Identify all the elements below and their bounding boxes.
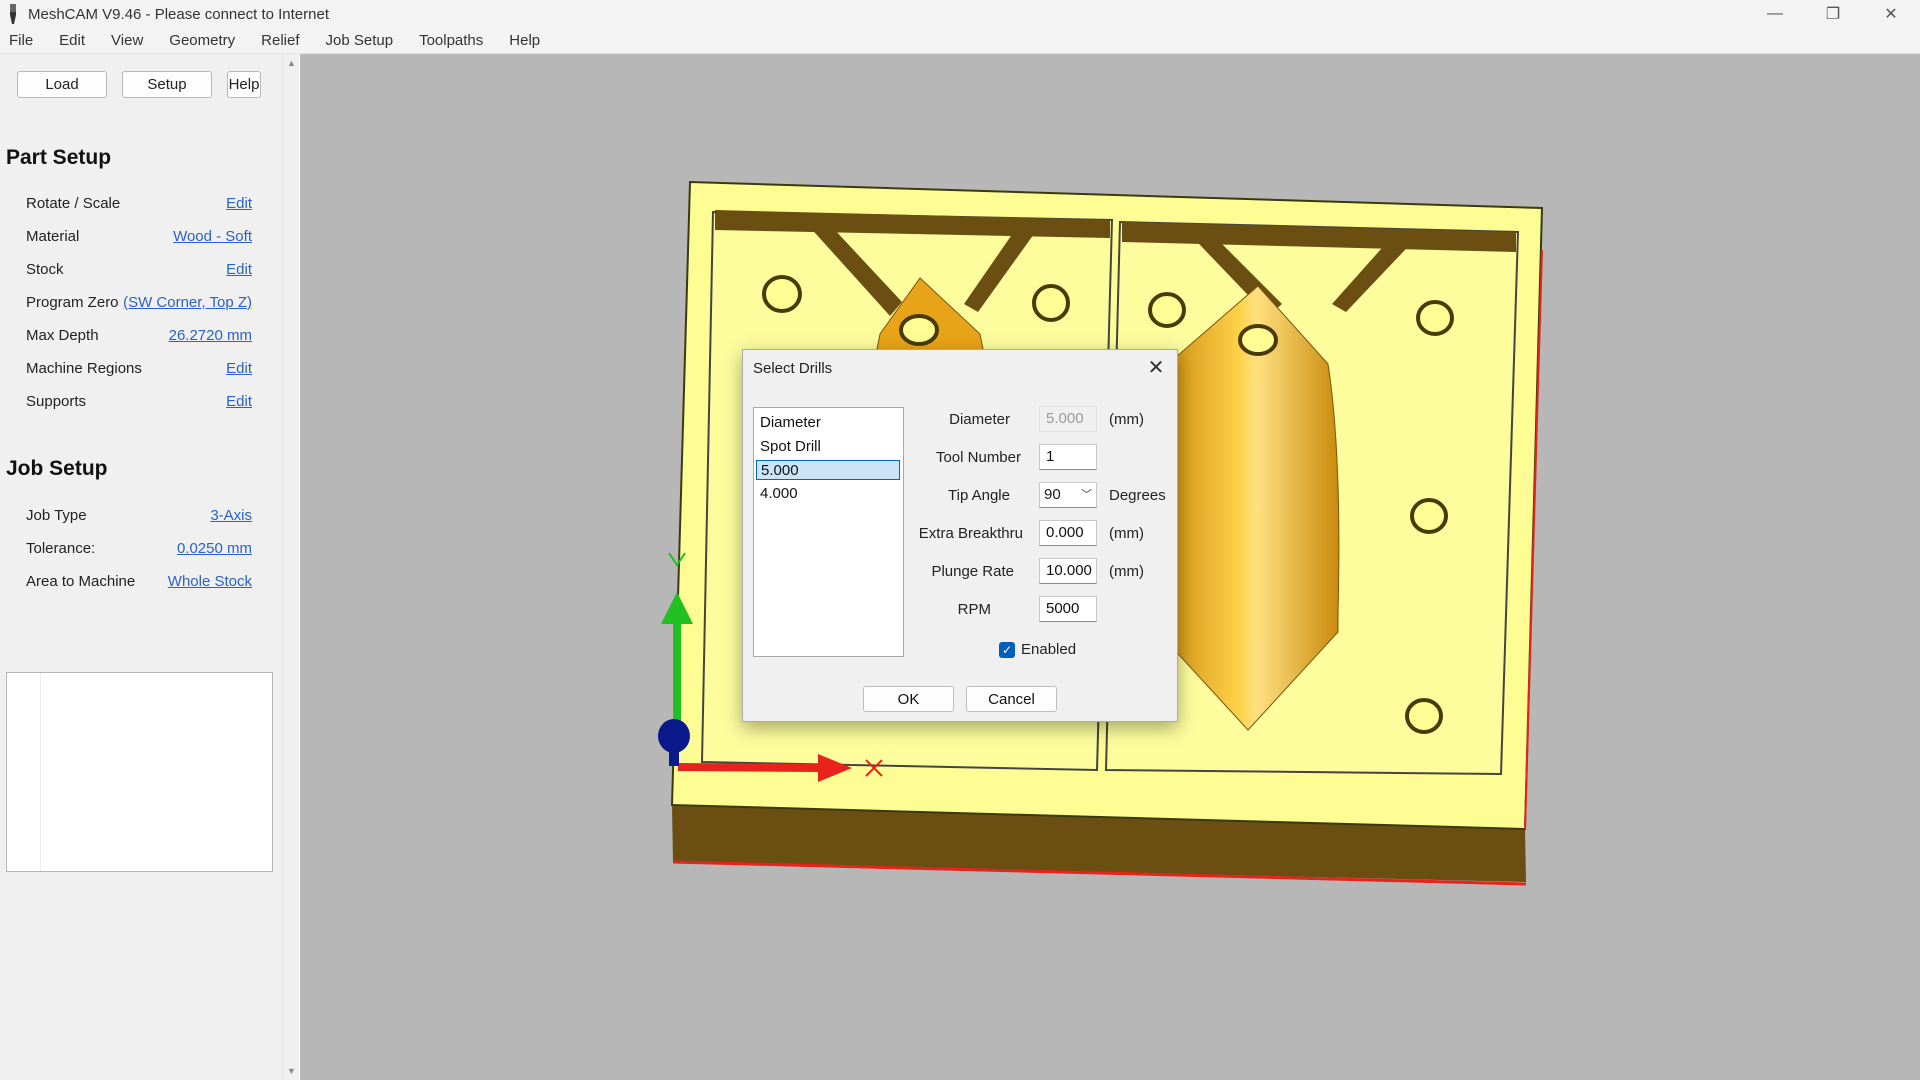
rotate-scale-edit-link[interactable]: Edit bbox=[226, 195, 252, 212]
program-zero-label: Program Zero bbox=[26, 293, 119, 311]
program-zero-link[interactable]: (SW Corner, Top Z) bbox=[123, 294, 252, 311]
rpm-field[interactable]: 5000 bbox=[1039, 596, 1097, 622]
z-axis-stem bbox=[669, 748, 679, 766]
job-type-label: Job Type bbox=[26, 506, 87, 524]
stock-label: Stock bbox=[26, 260, 64, 278]
dialog-close-icon[interactable]: ✕ bbox=[1145, 356, 1167, 379]
preview-box bbox=[6, 672, 273, 872]
area-to-machine-label: Area to Machine bbox=[26, 572, 136, 590]
plunge-rate-label: Plunge Rate bbox=[931, 563, 1014, 580]
row-rotate-scale: Rotate / Scale Edit bbox=[26, 192, 252, 214]
material-label: Material bbox=[26, 227, 80, 245]
setup-button[interactable]: Setup bbox=[122, 71, 212, 98]
menu-edit[interactable]: Edit bbox=[50, 32, 97, 49]
row-tolerance: Tolerance: 0.0250 mm bbox=[26, 537, 252, 559]
left-panel: Load Setup Help Part Setup Rotate / Scal… bbox=[0, 54, 282, 1080]
plunge-rate-unit: (mm) bbox=[1109, 563, 1144, 580]
menu-file[interactable]: File bbox=[0, 32, 45, 49]
row-machine-regions: Machine Regions Edit bbox=[26, 357, 252, 379]
hole bbox=[899, 314, 939, 346]
max-depth-link[interactable]: 26.2720 mm bbox=[169, 327, 252, 344]
tip-angle-value: 90 bbox=[1044, 486, 1061, 503]
enabled-checkbox[interactable]: ✓ bbox=[999, 642, 1015, 658]
row-job-type: Job Type 3-Axis bbox=[26, 504, 252, 526]
tolerance-label: Tolerance: bbox=[26, 539, 96, 557]
window-controls: — ❐ ✕ bbox=[1746, 0, 1920, 28]
tool-number-field[interactable]: 1 bbox=[1039, 444, 1097, 470]
menu-job-setup[interactable]: Job Setup bbox=[317, 32, 406, 49]
tool-number-label: Tool Number bbox=[935, 449, 1021, 466]
menu-geometry[interactable]: Geometry bbox=[160, 32, 247, 49]
machine-regions-edit-link[interactable]: Edit bbox=[226, 360, 252, 377]
supports-edit-link[interactable]: Edit bbox=[226, 393, 252, 410]
diameter-label: Diameter bbox=[949, 411, 1010, 428]
extra-breakthru-field[interactable]: 0.000 bbox=[1039, 520, 1097, 546]
list-item[interactable]: Spot Drill bbox=[760, 437, 821, 457]
row-material: Material Wood - Soft bbox=[26, 225, 252, 247]
window-title: MeshCAM V9.46 - Please connect to Intern… bbox=[28, 5, 329, 23]
list-item-selected[interactable]: 5.000 bbox=[756, 460, 900, 480]
dialog-title: Select Drills bbox=[753, 360, 833, 377]
diameter-field: 5.000 bbox=[1039, 406, 1097, 432]
preview-divider bbox=[40, 673, 41, 871]
chevron-down-icon: ﹀ bbox=[1081, 489, 1092, 501]
menu-bar: File Edit View Geometry Relief Job Setup… bbox=[0, 28, 1920, 54]
extra-breakthru-label: Extra Breakthru bbox=[918, 525, 1023, 542]
hole bbox=[1238, 324, 1278, 356]
part-setup-title: Part Setup bbox=[6, 146, 112, 169]
restore-button[interactable]: ❐ bbox=[1804, 0, 1862, 28]
material-link[interactable]: Wood - Soft bbox=[173, 228, 252, 245]
menu-help[interactable]: Help bbox=[500, 32, 552, 49]
hole bbox=[1032, 284, 1070, 322]
hole bbox=[762, 275, 802, 313]
left-panel-scrollbar[interactable]: ▲ ▼ bbox=[282, 54, 299, 1080]
hole bbox=[1416, 300, 1454, 336]
scroll-up-icon[interactable]: ▲ bbox=[287, 58, 296, 68]
max-depth-label: Max Depth bbox=[26, 326, 99, 344]
drill-list[interactable]: Diameter Spot Drill 5.000 4.000 bbox=[753, 407, 904, 657]
cancel-button[interactable]: Cancel bbox=[966, 686, 1057, 712]
hole bbox=[1148, 292, 1186, 328]
row-program-zero: Program Zero (SW Corner, Top Z) bbox=[26, 291, 252, 313]
row-supports: Supports Edit bbox=[26, 390, 252, 412]
title-bar: MeshCAM V9.46 - Please connect to Intern… bbox=[0, 0, 1920, 28]
extra-breakthru-unit: (mm) bbox=[1109, 525, 1144, 542]
job-type-link[interactable]: 3-Axis bbox=[210, 507, 252, 524]
z-axis-origin bbox=[658, 719, 690, 753]
stock-edit-link[interactable]: Edit bbox=[226, 261, 252, 278]
tip-angle-label: Tip Angle bbox=[948, 487, 1010, 504]
ok-button[interactable]: OK bbox=[863, 686, 954, 712]
close-window-button[interactable]: ✕ bbox=[1862, 0, 1920, 28]
menu-toolpaths[interactable]: Toolpaths bbox=[410, 32, 495, 49]
enabled-label: Enabled bbox=[1021, 641, 1077, 658]
tip-angle-unit: Degrees bbox=[1109, 487, 1166, 504]
menu-view[interactable]: View bbox=[102, 32, 155, 49]
supports-label: Supports bbox=[26, 392, 87, 410]
job-setup-title: Job Setup bbox=[6, 457, 108, 480]
app-icon bbox=[10, 4, 16, 24]
menu-relief[interactable]: Relief bbox=[252, 32, 311, 49]
hole bbox=[1410, 498, 1448, 534]
row-max-depth: Max Depth 26.2720 mm bbox=[26, 324, 252, 346]
minimize-button[interactable]: — bbox=[1746, 0, 1804, 28]
rotate-scale-label: Rotate / Scale bbox=[26, 194, 121, 212]
rpm-label: RPM bbox=[957, 601, 991, 618]
machine-regions-label: Machine Regions bbox=[26, 359, 142, 377]
row-stock: Stock Edit bbox=[26, 258, 252, 280]
tip-angle-select[interactable]: 90 ﹀ bbox=[1039, 482, 1097, 508]
row-area-to-machine: Area to Machine Whole Stock bbox=[26, 570, 252, 592]
x-axis-line bbox=[677, 763, 821, 772]
list-item[interactable]: 4.000 bbox=[760, 484, 798, 504]
help-button[interactable]: Help bbox=[227, 71, 261, 98]
plunge-rate-field[interactable]: 10.000 bbox=[1039, 558, 1097, 584]
list-item[interactable]: Diameter bbox=[760, 413, 821, 433]
tolerance-link[interactable]: 0.0250 mm bbox=[177, 540, 252, 557]
hole bbox=[1405, 698, 1443, 734]
scroll-down-icon[interactable]: ▼ bbox=[287, 1066, 296, 1076]
select-drills-dialog: Select Drills ✕ Diameter Spot Drill 5.00… bbox=[742, 349, 1178, 722]
diameter-unit: (mm) bbox=[1109, 411, 1144, 428]
load-button[interactable]: Load bbox=[17, 71, 107, 98]
area-to-machine-link[interactable]: Whole Stock bbox=[168, 573, 252, 590]
